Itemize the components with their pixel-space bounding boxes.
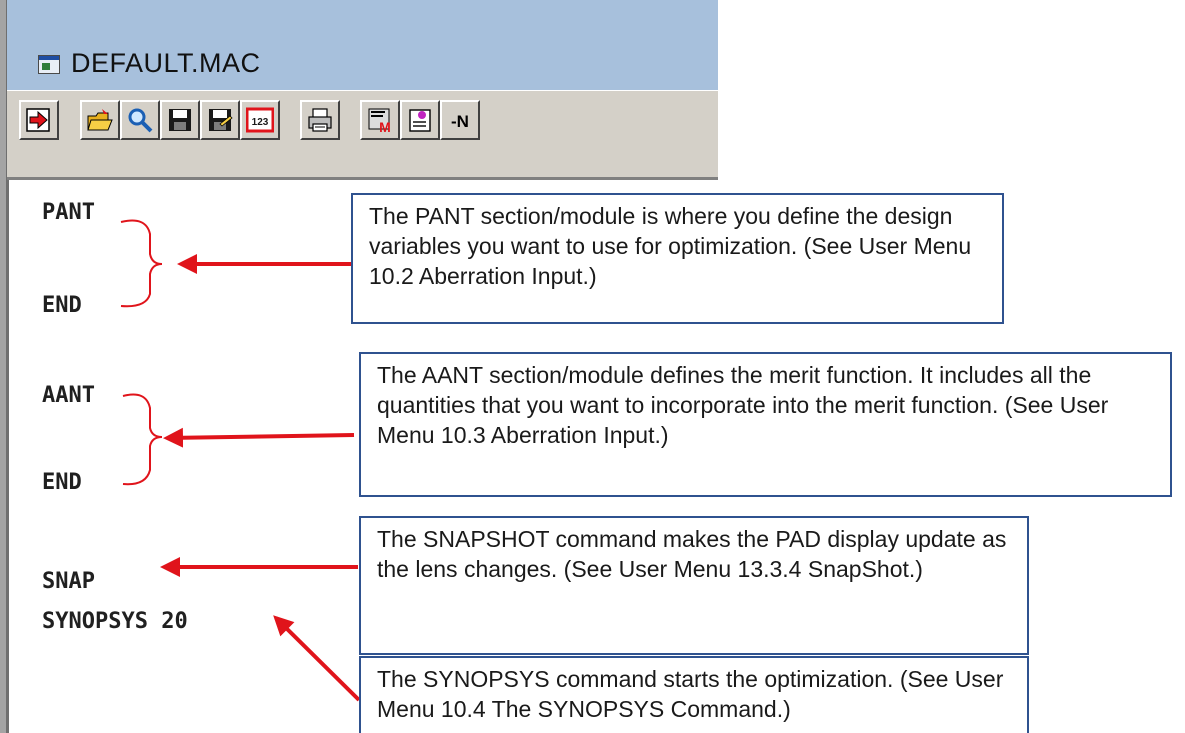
callout-pant: The PANT section/module is where you def… <box>351 193 1004 324</box>
pant-brace <box>120 219 163 308</box>
callout-aant: The AANT section/module defines the meri… <box>359 352 1172 497</box>
aant-brace <box>122 393 163 486</box>
callout-snap: The SNAPSHOT command makes the PAD displ… <box>359 516 1029 655</box>
aant-arrow <box>163 427 355 448</box>
callout-synopsys: The SYNOPSYS command starts the optimiza… <box>359 656 1029 733</box>
synopsys-arrow <box>273 615 361 702</box>
